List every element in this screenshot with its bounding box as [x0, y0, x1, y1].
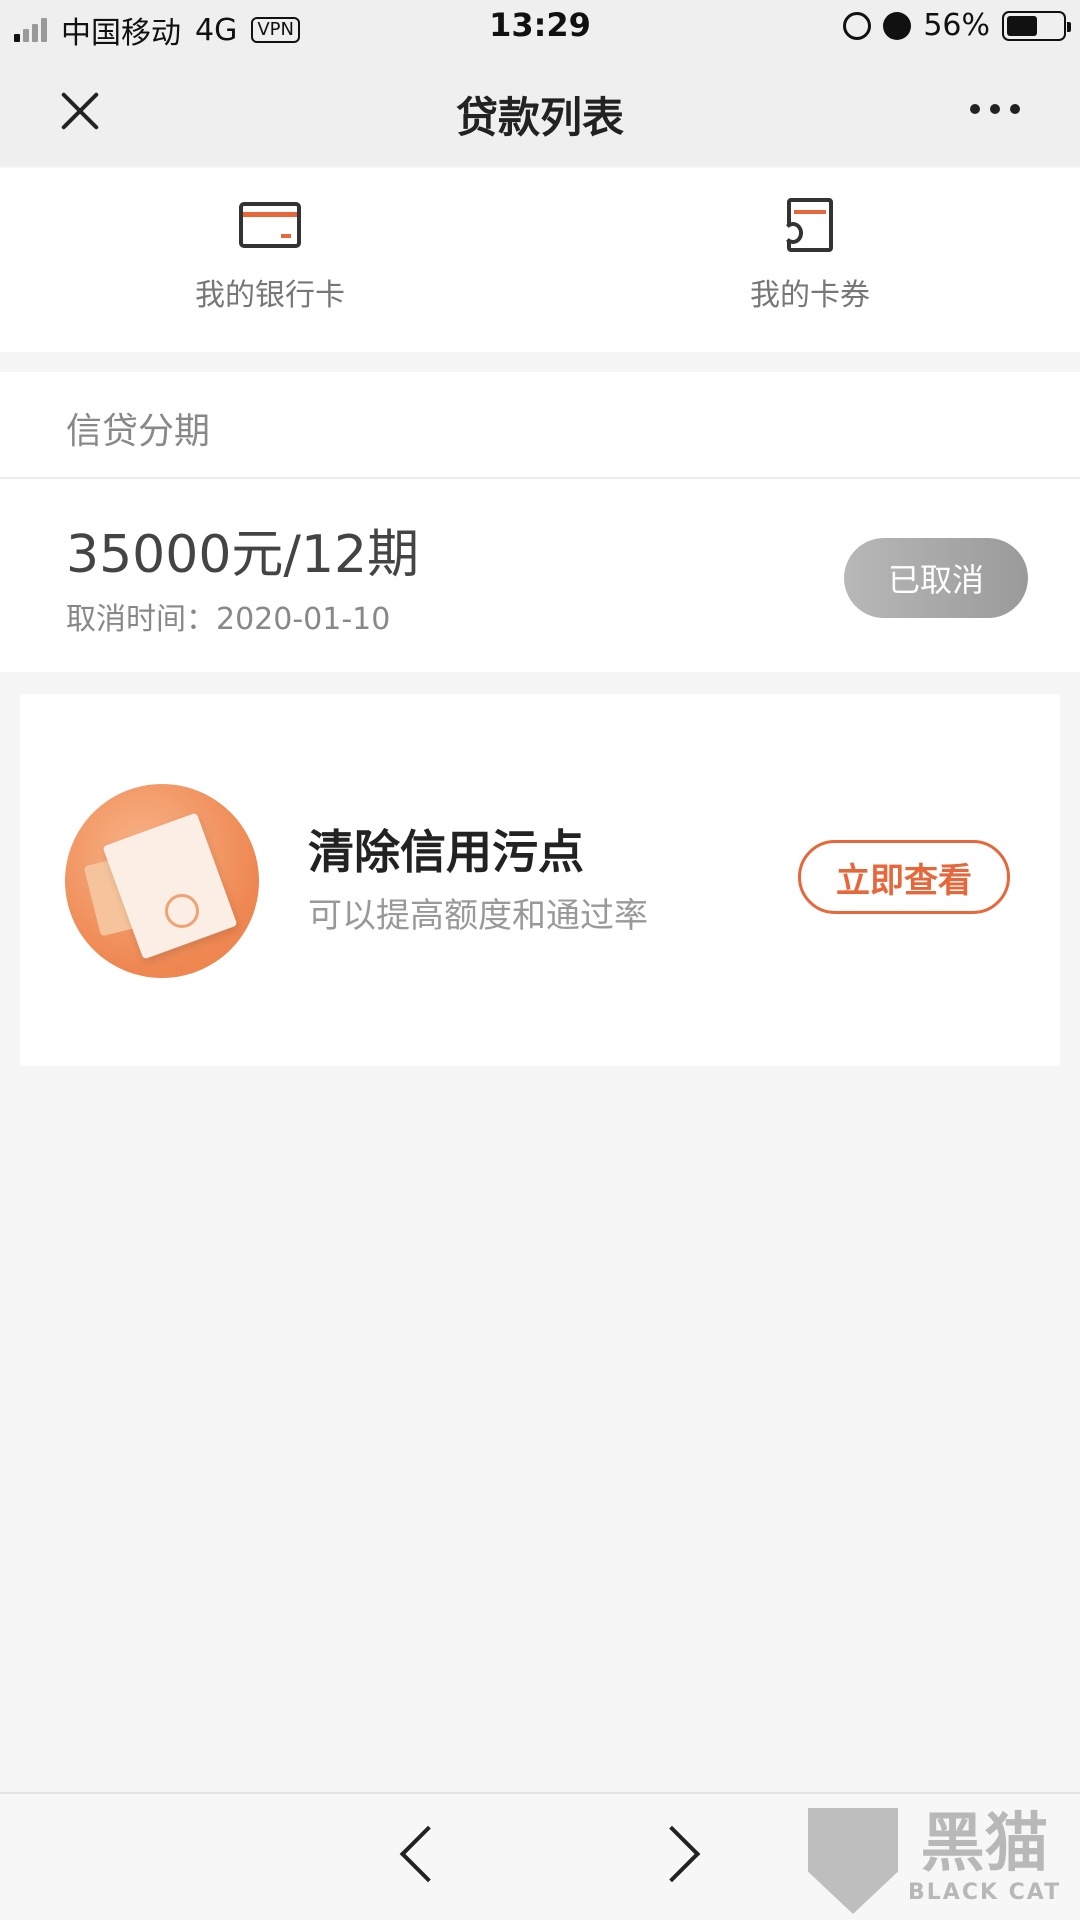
status-right: 56% [843, 8, 1071, 43]
watermark-sub: BLACK CAT [908, 1880, 1062, 1905]
back-chevron-icon[interactable] [399, 1825, 457, 1883]
loan-section: 信贷分期 35000元/12期 取消时间：2020-01-10 已取消 [0, 372, 1080, 672]
my-coupons-label: 我的卡券 [750, 278, 870, 313]
screen: 中国移动 4G VPN 13:29 56% 贷款列表 我的银行卡 我的卡券 信贷… [0, 0, 1080, 1920]
alarm-icon [883, 11, 912, 40]
section-divider [0, 477, 1080, 479]
promo-subtitle: 可以提高额度和通过率 [308, 896, 648, 936]
battery-icon [1002, 10, 1071, 41]
quick-entries: 我的银行卡 我的卡券 [0, 168, 1080, 352]
my-bank-card-entry[interactable]: 我的银行卡 [120, 198, 420, 314]
loan-cancel-time: 取消时间：2020-01-10 [66, 602, 391, 637]
status-bar: 中国移动 4G VPN 13:29 56% [0, 0, 1080, 54]
page-title: 贷款列表 [455, 93, 624, 142]
watermark-main: 黑猫 [920, 1807, 1049, 1881]
more-options-icon[interactable] [970, 104, 1020, 114]
rotation-lock-icon [843, 11, 872, 40]
coupon-ticket-icon [783, 198, 833, 252]
promo-card[interactable]: 清除信用污点 可以提高额度和通过率 立即查看 [20, 694, 1060, 1066]
loan-amount: 35000元/12期 [66, 525, 420, 585]
battery-fill [1007, 15, 1038, 36]
loan-status-badge: 已取消 [844, 538, 1028, 618]
view-now-button[interactable]: 立即查看 [798, 840, 1010, 914]
watermark-text: 黑猫 BLACK CAT [908, 1808, 1061, 1905]
bank-card-icon [239, 202, 301, 248]
forward-chevron-icon[interactable] [643, 1825, 701, 1883]
battery-percent: 56% [923, 8, 990, 43]
watermark-logo: 黑猫 BLACK CAT [808, 1808, 1061, 1914]
my-coupons-entry[interactable]: 我的卡券 [660, 198, 960, 314]
nav-bar: 贷款列表 [0, 54, 1080, 166]
my-bank-card-label: 我的银行卡 [195, 278, 345, 313]
seal-shape [165, 894, 199, 928]
quick-icon-wrap [660, 198, 960, 252]
document-shape [102, 812, 238, 960]
section-title: 信贷分期 [66, 411, 211, 452]
credit-report-illustration [65, 784, 259, 978]
promo-title: 清除信用污点 [308, 825, 584, 879]
bottom-toolbar: 黑猫 BLACK CAT [0, 1792, 1080, 1920]
quick-icon-wrap [120, 198, 420, 252]
cat-shield-icon [808, 1808, 898, 1914]
